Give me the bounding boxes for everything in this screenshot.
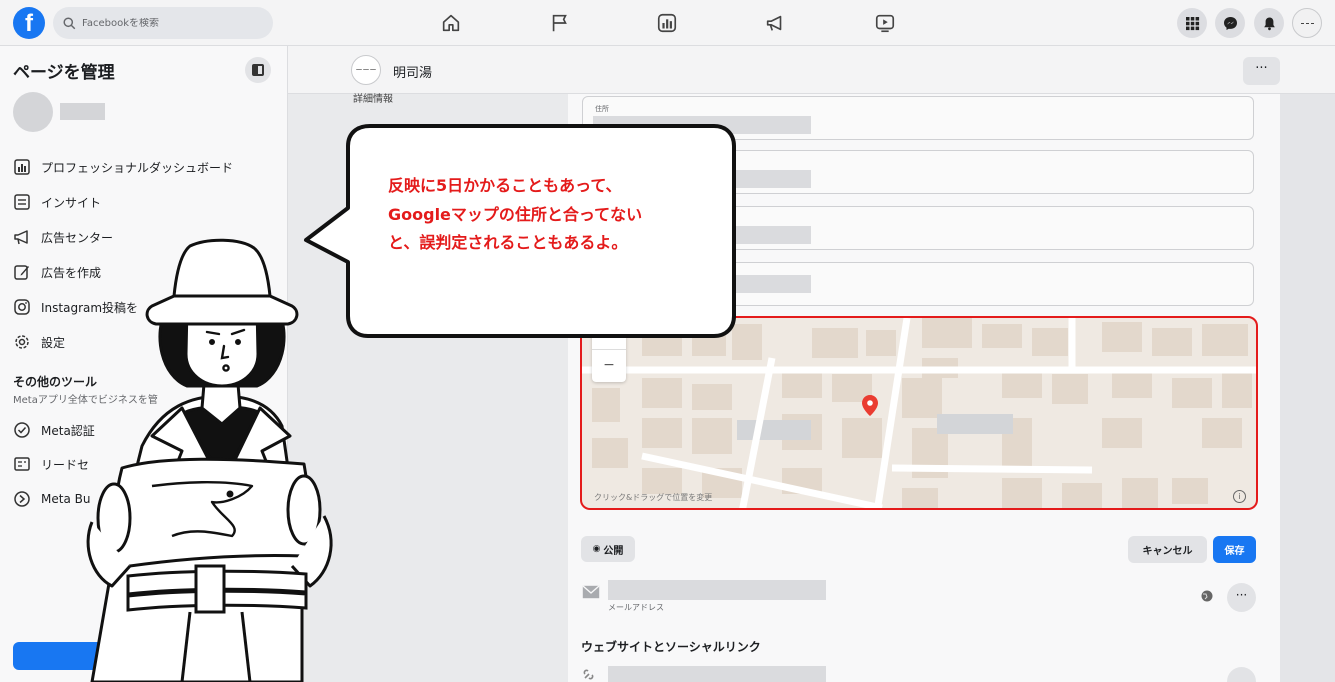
messenger-icon[interactable] (1215, 8, 1245, 38)
menu-grid-icon[interactable] (1177, 8, 1207, 38)
flag-icon[interactable] (549, 12, 571, 34)
bubble-line: と、誤判定されることもあるよ。 (388, 233, 628, 252)
globe-icon[interactable] (1201, 590, 1213, 602)
cancel-button[interactable]: キャンセル (1128, 536, 1207, 563)
address-label: 住所 (595, 105, 609, 113)
home-icon[interactable] (440, 12, 462, 34)
more-options-button[interactable]: ··· (1243, 57, 1280, 85)
link-icon (583, 669, 594, 680)
sidebar-title: ページを管理 (13, 63, 115, 83)
facebook-logo[interactable]: f (13, 7, 45, 39)
sidebar-item-insights[interactable]: インサイト (13, 191, 101, 213)
scroll-gutter (1280, 94, 1335, 682)
meta-business-icon (14, 491, 30, 507)
map-pin-icon[interactable] (862, 395, 878, 416)
search-icon (63, 16, 76, 29)
profile-icon[interactable] (1292, 8, 1322, 38)
page-header: ーーー 明司湯 ··· (288, 46, 1335, 94)
search-input[interactable] (82, 17, 262, 29)
save-button[interactable]: 保存 (1213, 536, 1256, 563)
email-more-button[interactable]: ··· (1227, 583, 1256, 612)
sidebar-item-settings[interactable]: 設定 (13, 331, 65, 353)
bell-icon[interactable] (1254, 8, 1284, 38)
details-label: 詳細情報 (353, 94, 393, 105)
gear-icon (15, 335, 29, 349)
map-hint-text: クリック&ドラッグで位置を変更 (594, 493, 713, 502)
globe-icon: ◉ (592, 544, 601, 554)
avatar[interactable] (13, 92, 53, 132)
public-label: 公開 (603, 545, 624, 557)
page-name[interactable]: 明司湯 (393, 62, 432, 81)
privacy-public-button[interactable]: ◉ 公開 (581, 536, 635, 562)
sidebar-toggle-button[interactable] (245, 57, 271, 83)
panel-toggle-icon (252, 64, 264, 76)
leads-icon (14, 457, 30, 471)
video-icon[interactable] (874, 12, 896, 34)
page-avatar[interactable]: ーーー (351, 55, 381, 85)
megaphone-icon (14, 230, 28, 245)
bubble-line: Googleマップの住所と合ってない (388, 204, 643, 224)
edit-icon (14, 265, 29, 280)
insights-icon (14, 194, 30, 210)
map-tiles (582, 318, 1256, 508)
envelope-icon (582, 585, 600, 599)
email-value-placeholder (608, 580, 826, 600)
sidebar-item-dashboard[interactable]: プロフェッショナルダッシュボード (13, 156, 233, 178)
website-section-title: ウェブサイトとソーシャルリンク (581, 640, 761, 654)
zoom-out-button[interactable]: − (592, 350, 626, 380)
sidebar-item-label: 設定 (41, 335, 66, 350)
page-name-placeholder (60, 103, 105, 120)
dashboard-icon (14, 159, 30, 175)
insights-icon[interactable] (656, 12, 678, 34)
search-box[interactable] (53, 7, 273, 39)
location-map[interactable]: − クリック&ドラッグで位置を変更 i (580, 316, 1258, 510)
bubble-text: 反映に5日かかることもあって、 Googleマップの住所と合ってない と、誤判定… (388, 172, 718, 258)
bubble-line: 反映に5日かかることもあって、 (388, 176, 622, 195)
megaphone-icon[interactable] (764, 12, 786, 34)
sidebar-item-label: プロフェッショナルダッシュボード (41, 160, 234, 175)
top-bar: f (0, 0, 1335, 46)
info-icon[interactable]: i (1233, 490, 1246, 503)
website-value-placeholder (608, 666, 826, 682)
verified-icon (14, 422, 30, 438)
email-label: メールアドレス (608, 603, 664, 612)
sidebar-item-label: インサイト (41, 195, 102, 210)
instagram-icon (14, 299, 30, 315)
